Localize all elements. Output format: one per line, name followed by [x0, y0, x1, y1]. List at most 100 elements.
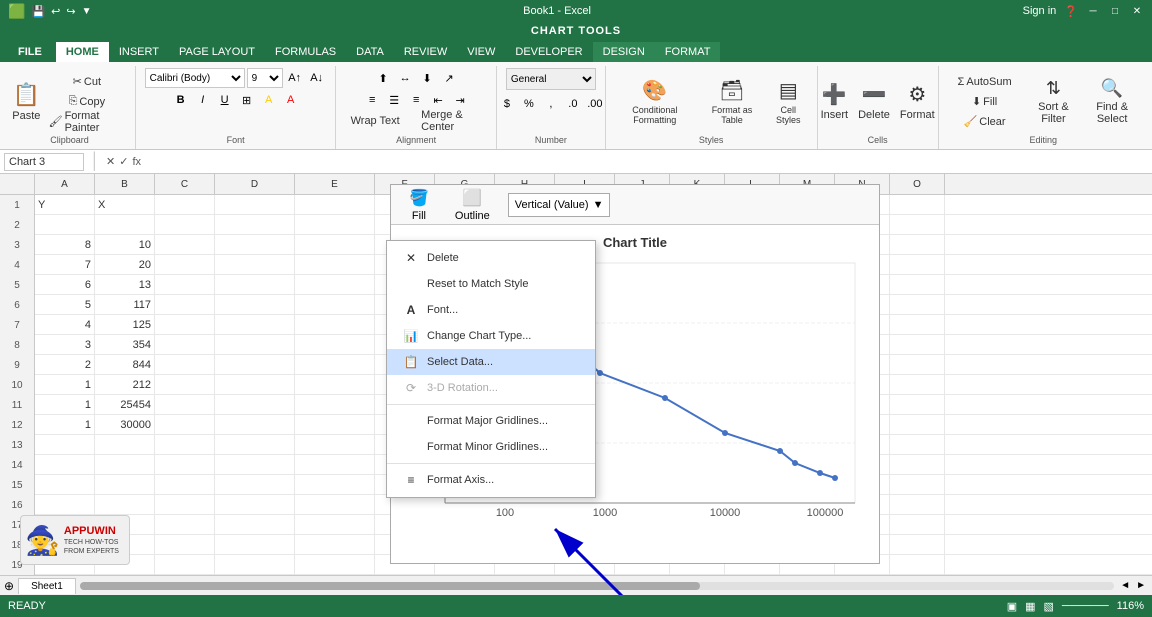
format-as-table-btn[interactable]: 🗃 Format as Table: [700, 72, 764, 132]
cell[interactable]: [155, 315, 215, 335]
cell[interactable]: [295, 355, 375, 375]
normal-view-btn[interactable]: ▣: [1007, 600, 1017, 613]
row-header[interactable]: 1: [0, 195, 35, 215]
row-header[interactable]: 14: [0, 455, 35, 475]
cell[interactable]: [35, 455, 95, 475]
select-all-btn[interactable]: [0, 174, 35, 194]
page-break-btn[interactable]: ▧: [1044, 600, 1054, 613]
cell[interactable]: [890, 535, 945, 555]
context-reset[interactable]: Reset to Match Style: [387, 271, 595, 297]
col-header-a[interactable]: A: [35, 174, 95, 194]
cell[interactable]: [295, 535, 375, 555]
cell[interactable]: [295, 195, 375, 215]
cell[interactable]: [215, 555, 295, 575]
cell[interactable]: [215, 475, 295, 495]
cell[interactable]: [890, 195, 945, 215]
outline-btn-chart[interactable]: ⬜ Outline: [447, 184, 498, 226]
fill-btn[interactable]: ⬇ Fill: [945, 93, 1025, 111]
cell[interactable]: 212: [95, 375, 155, 395]
save-icon[interactable]: 💾: [31, 5, 45, 18]
cell[interactable]: 4: [35, 315, 95, 335]
context-font[interactable]: A Font...: [387, 297, 595, 323]
cell[interactable]: [295, 495, 375, 515]
cell[interactable]: [890, 275, 945, 295]
cell[interactable]: [215, 395, 295, 415]
cell[interactable]: [215, 495, 295, 515]
cell[interactable]: [890, 315, 945, 335]
cut-button[interactable]: ✂ Cut: [45, 73, 130, 91]
cell[interactable]: 5: [35, 295, 95, 315]
cell[interactable]: [155, 435, 215, 455]
format-painter-button[interactable]: 🖌 Format Painter: [45, 113, 130, 131]
increase-decimal-btn[interactable]: .00: [585, 94, 605, 114]
increase-font-btn[interactable]: A↑: [285, 68, 305, 88]
cell[interactable]: [155, 335, 215, 355]
axis-dropdown[interactable]: Vertical (Value) ▼: [508, 193, 611, 217]
tab-formulas[interactable]: FORMULAS: [265, 42, 346, 62]
find-select-btn[interactable]: 🔍 Find & Select: [1082, 72, 1142, 132]
font-color-btn[interactable]: A: [281, 90, 301, 110]
cell[interactable]: 10: [95, 235, 155, 255]
context-change-chart-type[interactable]: 📊 Change Chart Type...: [387, 323, 595, 349]
row-header[interactable]: 10: [0, 375, 35, 395]
align-left-btn[interactable]: ≡: [362, 90, 382, 110]
align-bottom-btn[interactable]: ⬇: [417, 68, 437, 88]
cell[interactable]: [295, 435, 375, 455]
cell[interactable]: X: [95, 195, 155, 215]
cell[interactable]: [35, 475, 95, 495]
cell[interactable]: [215, 235, 295, 255]
decrease-font-btn[interactable]: A↓: [307, 68, 327, 88]
cell[interactable]: 1: [35, 375, 95, 395]
cell[interactable]: [890, 235, 945, 255]
cell[interactable]: 6: [35, 275, 95, 295]
zoom-slider[interactable]: ──────: [1062, 600, 1109, 612]
col-header-o[interactable]: O: [890, 174, 945, 194]
cell[interactable]: [35, 495, 95, 515]
cell[interactable]: [890, 555, 945, 575]
enter-formula-icon[interactable]: ✓: [119, 155, 128, 168]
cell[interactable]: [155, 395, 215, 415]
align-top-btn[interactable]: ⬆: [373, 68, 393, 88]
row-header[interactable]: 16: [0, 495, 35, 515]
cell[interactable]: 1: [35, 415, 95, 435]
cell[interactable]: [155, 255, 215, 275]
tab-page-layout[interactable]: PAGE LAYOUT: [169, 42, 265, 62]
copy-button[interactable]: ⎘ Copy: [45, 93, 130, 111]
context-select-data[interactable]: 📋 Select Data...: [387, 349, 595, 375]
context-format-minor[interactable]: Format Minor Gridlines...: [387, 434, 595, 460]
cell[interactable]: [890, 335, 945, 355]
row-header[interactable]: 7: [0, 315, 35, 335]
fill-color-btn[interactable]: A: [259, 90, 279, 110]
cell[interactable]: [890, 295, 945, 315]
minimize-btn[interactable]: ─: [1086, 4, 1100, 18]
scroll-right-btn[interactable]: ►: [1134, 578, 1148, 593]
cell[interactable]: [890, 475, 945, 495]
context-format-major[interactable]: Format Major Gridlines...: [387, 408, 595, 434]
redo-icon[interactable]: ↪: [66, 5, 75, 18]
cell[interactable]: [295, 235, 375, 255]
cell[interactable]: [890, 435, 945, 455]
cell[interactable]: [155, 215, 215, 235]
decrease-indent-btn[interactable]: ⇤: [428, 90, 448, 110]
row-header[interactable]: 9: [0, 355, 35, 375]
tab-insert[interactable]: INSERT: [109, 42, 169, 62]
align-right-btn[interactable]: ≡: [406, 90, 426, 110]
format-cells-btn[interactable]: ⚙ Format: [896, 72, 939, 132]
cell[interactable]: [215, 375, 295, 395]
cell[interactable]: [215, 195, 295, 215]
sign-in[interactable]: Sign in: [1023, 5, 1057, 17]
cell[interactable]: [295, 515, 375, 535]
cell[interactable]: [155, 495, 215, 515]
cell[interactable]: 2: [35, 355, 95, 375]
insert-cells-btn[interactable]: ➕ Insert: [817, 72, 853, 132]
cell[interactable]: [295, 315, 375, 335]
context-format-axis[interactable]: ≡ Format Axis...: [387, 467, 595, 493]
font-name-select[interactable]: Calibri (Body): [145, 68, 245, 88]
undo-icon[interactable]: ↩: [51, 5, 60, 18]
bold-btn[interactable]: B: [171, 90, 191, 110]
tab-design[interactable]: DESIGN: [593, 42, 655, 62]
cell[interactable]: [890, 215, 945, 235]
cell[interactable]: [890, 355, 945, 375]
cell[interactable]: 1: [35, 395, 95, 415]
cell[interactable]: [295, 295, 375, 315]
